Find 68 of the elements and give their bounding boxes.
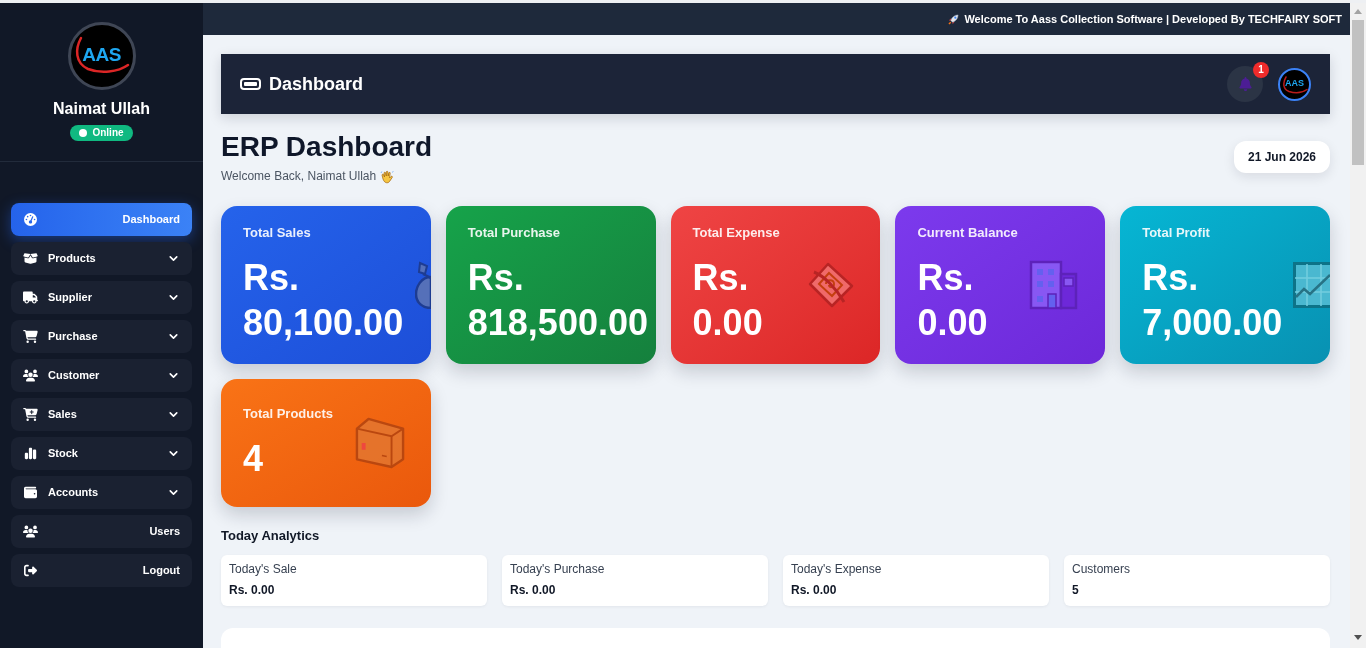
section-title: Today Analytics xyxy=(221,528,320,544)
swoosh-icon xyxy=(1282,74,1308,95)
scrollbar[interactable] xyxy=(1350,3,1366,648)
analytics-value: 5 xyxy=(1072,583,1079,598)
scroll-down-arrow-icon[interactable] xyxy=(1354,635,1362,640)
users-icon xyxy=(23,525,38,538)
analytics-label: Today's Expense xyxy=(791,562,882,577)
stat-value: Rs. 0.00 xyxy=(692,256,763,345)
welcome-text: Welcome Back, Naimat Ullah xyxy=(221,169,377,184)
bag-icon xyxy=(414,261,431,309)
avatar-button[interactable]: AAS xyxy=(1278,67,1311,101)
analytics-label: Today's Sale xyxy=(229,562,297,577)
scroll-thumb[interactable] xyxy=(1352,20,1364,165)
date-badge: 21 Jun 2026 xyxy=(1233,141,1330,173)
sidebar-item[interactable]: Accounts xyxy=(11,476,192,509)
line-chart-icon xyxy=(1293,262,1330,308)
bar-chart-icon xyxy=(23,447,38,460)
waving-hand-icon xyxy=(380,169,395,184)
analytics-label: Today's Purchase xyxy=(510,562,605,577)
logo-text: AAS xyxy=(82,44,121,64)
sidebar-item[interactable]: Purchase xyxy=(11,320,192,353)
sidebar-item[interactable]: Users xyxy=(11,515,192,548)
status-label: Online xyxy=(92,128,124,138)
sidebar-item[interactable]: Stock xyxy=(11,437,192,470)
gauge-icon xyxy=(23,213,38,226)
notification-button[interactable] xyxy=(1227,66,1263,102)
page-title: ERP Dashboard xyxy=(221,130,433,164)
swoosh-icon xyxy=(73,35,130,75)
stat-title: Total Sales xyxy=(243,225,311,241)
stat-title: Total Expense xyxy=(692,225,780,241)
stat-value: Rs. 0.00 xyxy=(917,256,988,345)
stat-title: Total Profit xyxy=(1142,225,1210,241)
user-name: Naimat Ullah xyxy=(53,100,150,118)
building-icon xyxy=(1029,260,1080,310)
cart-icon xyxy=(23,330,38,343)
analytics-value: Rs. 0.00 xyxy=(229,583,275,598)
wallet-icon xyxy=(23,486,38,499)
panel-icon xyxy=(240,78,261,90)
sidebar-item[interactable]: Customer xyxy=(11,359,192,392)
stat-value: 4 xyxy=(243,436,264,481)
cart-plus-icon xyxy=(23,408,38,421)
analytics-value: Rs. 0.00 xyxy=(791,583,837,598)
rocket-icon xyxy=(948,13,960,25)
logout-icon xyxy=(23,564,38,577)
avatar-text: AAS xyxy=(1285,78,1304,88)
diamond-tile-icon xyxy=(808,262,855,308)
stat-value: Rs. 7,000.00 xyxy=(1142,256,1283,345)
bell-icon xyxy=(1238,77,1252,91)
box-icon xyxy=(354,417,405,469)
notification-badge: 1 xyxy=(1253,62,1269,78)
stat-title: Current Balance xyxy=(917,225,1018,241)
truck-icon xyxy=(23,291,38,304)
welcome-message: Welcome To Aass Collection Software | Developed By TECHFAIRY SOFT xyxy=(964,11,1342,27)
stat-title: Total Purchase xyxy=(467,225,561,241)
sidebar-item[interactable]: Dashboard xyxy=(11,203,192,236)
sidebar-item[interactable]: Logout xyxy=(11,554,192,587)
sidebar-item[interactable]: Sales xyxy=(11,398,192,431)
analytics-value: Rs. 0.00 xyxy=(510,583,556,598)
header-title: Dashboard xyxy=(269,72,364,96)
users-icon xyxy=(23,369,38,382)
scroll-up-arrow-icon[interactable] xyxy=(1354,9,1362,14)
stat-value: Rs. 80,100.00 xyxy=(243,256,404,345)
sidebar-item[interactable]: Supplier xyxy=(11,281,192,314)
stat-title: Total Products xyxy=(243,405,334,422)
sidebar-item[interactable]: Products xyxy=(11,242,192,275)
analytics-label: Customers xyxy=(1072,562,1130,577)
open-box-icon xyxy=(23,252,38,265)
stat-value: Rs. 818,500.00 xyxy=(467,256,648,345)
